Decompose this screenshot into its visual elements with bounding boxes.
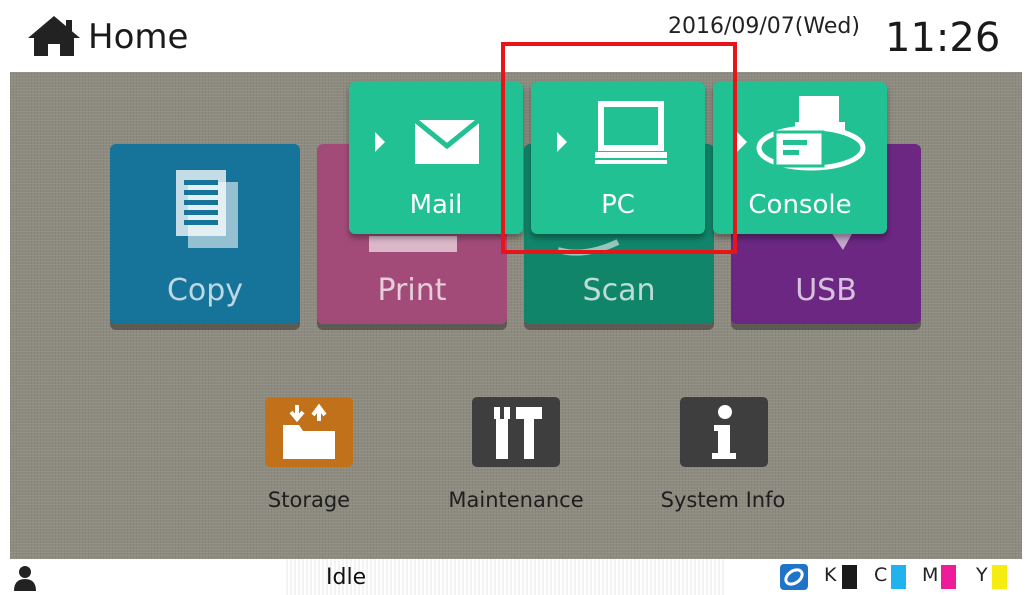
link-icon[interactable] bbox=[780, 564, 808, 590]
ink-k-label: K bbox=[824, 564, 837, 586]
status-text: Idle bbox=[326, 565, 367, 590]
storage-folder-icon bbox=[283, 403, 335, 459]
ink-c-level bbox=[891, 565, 906, 589]
maintenance-label: Maintenance bbox=[448, 488, 584, 512]
ink-y-level bbox=[992, 565, 1007, 589]
ink-m-label: M bbox=[922, 564, 939, 586]
envelope-icon bbox=[413, 118, 481, 164]
arrow-right-icon bbox=[737, 132, 747, 152]
ink-m-level bbox=[941, 565, 956, 589]
home-panel: Copy Print Scan USB Mail PC Console Stor… bbox=[10, 42, 1022, 559]
system-info-button[interactable] bbox=[680, 397, 768, 467]
ink-y-label: Y bbox=[976, 564, 988, 586]
usb-label: USB bbox=[795, 273, 857, 308]
header: Home 2016/09/07(Wed) 11:26 bbox=[0, 0, 1032, 72]
scan-to-pc-button[interactable]: PC bbox=[531, 82, 705, 234]
computer-icon bbox=[595, 101, 667, 164]
arrow-right-icon bbox=[557, 132, 567, 152]
time-display: 11:26 bbox=[885, 15, 1001, 61]
maintenance-button[interactable] bbox=[472, 397, 560, 467]
copy-tile[interactable]: Copy bbox=[110, 144, 300, 324]
pc-label: PC bbox=[601, 190, 635, 220]
storage-label: Storage bbox=[267, 488, 351, 512]
console-icon bbox=[756, 96, 866, 171]
date-display: 2016/09/07(Wed) bbox=[668, 14, 860, 39]
home-icon[interactable] bbox=[26, 14, 82, 58]
copy-document-icon bbox=[176, 170, 238, 248]
scan-to-mail-button[interactable]: Mail bbox=[349, 82, 523, 234]
ink-k-level bbox=[842, 565, 857, 589]
copy-label: Copy bbox=[166, 273, 244, 308]
scan-to-console-button[interactable]: Console bbox=[713, 82, 887, 234]
print-label: Print bbox=[377, 273, 447, 308]
page-title: Home bbox=[88, 17, 189, 57]
user-icon[interactable] bbox=[12, 565, 38, 591]
scan-label: Scan bbox=[582, 273, 656, 308]
console-label: Console bbox=[748, 190, 852, 220]
mail-label: Mail bbox=[409, 190, 463, 220]
system-info-label: System Info bbox=[660, 488, 786, 512]
status-bar: Idle K C M Y bbox=[0, 559, 1032, 595]
arrow-right-icon bbox=[375, 132, 385, 152]
info-icon bbox=[712, 405, 736, 459]
storage-button[interactable] bbox=[265, 397, 353, 467]
ink-c-label: C bbox=[874, 564, 888, 586]
tools-icon bbox=[494, 407, 542, 459]
